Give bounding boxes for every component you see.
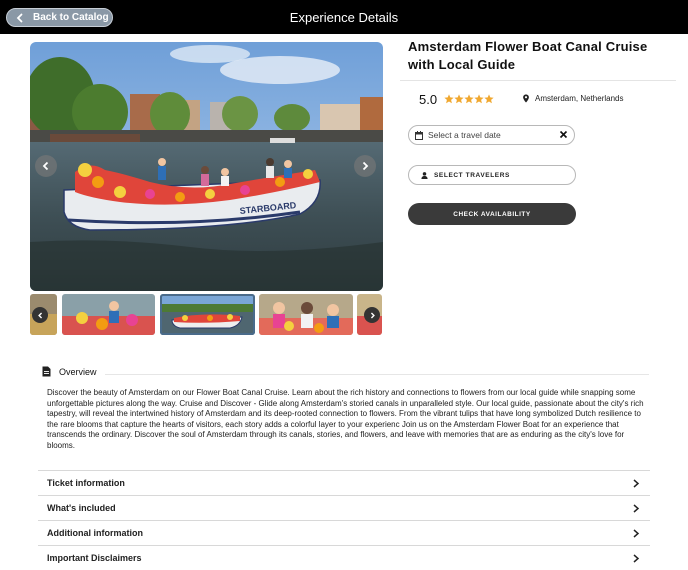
section-whats-included[interactable]: What's included xyxy=(38,495,650,520)
section-ticket-information[interactable]: Ticket information xyxy=(38,470,650,495)
travel-date-field[interactable]: Select a travel date xyxy=(408,125,575,145)
top-bar: Back to Catalog Experience Details xyxy=(0,0,688,34)
page-title: Experience Details xyxy=(289,10,399,25)
overview-description: Discover the beauty of Amsterdam on our … xyxy=(47,388,644,450)
check-availability-button[interactable]: CHECK AVAILABILITY xyxy=(408,203,576,225)
select-travelers-label: SELECT TRAVELERS xyxy=(434,171,510,179)
location-text: Amsterdam, Netherlands xyxy=(535,94,624,103)
next-image-button[interactable] xyxy=(354,155,376,177)
thumbnail-people-on-flower-boat[interactable] xyxy=(62,294,155,335)
chevron-right-icon xyxy=(633,554,640,563)
section-label: What's included xyxy=(47,503,116,513)
map-pin-icon xyxy=(523,94,529,103)
close-icon[interactable] xyxy=(559,130,568,139)
previous-image-button[interactable] xyxy=(35,155,57,177)
chevron-right-icon xyxy=(633,479,640,488)
star-rating xyxy=(444,94,494,104)
product-title: Amsterdam Flower Boat Canal Cruise with … xyxy=(408,39,648,72)
star-icon xyxy=(444,94,454,104)
chevron-left-icon xyxy=(42,161,49,171)
person-icon xyxy=(421,171,428,179)
section-label: Ticket information xyxy=(47,478,125,488)
location: Amsterdam, Netherlands xyxy=(522,94,623,103)
thumbnail-flower-boat-on-canal[interactable] xyxy=(160,294,255,335)
thumbnail-strip xyxy=(30,294,382,335)
overview-heading: Overview xyxy=(42,366,97,377)
chevron-right-icon xyxy=(633,529,640,538)
main-image: STARBOARD xyxy=(30,42,383,291)
thumbnails-previous-button[interactable] xyxy=(32,307,48,323)
overview-heading-label: Overview xyxy=(59,366,97,377)
thumbnail-guests-with-flowers[interactable] xyxy=(259,294,353,335)
travel-date-placeholder: Select a travel date xyxy=(428,130,501,140)
rating-value: 5.0 xyxy=(419,92,438,107)
chevron-right-icon xyxy=(362,161,369,171)
star-icon xyxy=(454,94,464,104)
section-label: Important Disclaimers xyxy=(47,553,142,563)
chevron-right-icon xyxy=(633,504,640,513)
divider xyxy=(105,374,649,375)
star-icon xyxy=(464,94,474,104)
thumbnails-next-button[interactable] xyxy=(364,307,380,323)
divider xyxy=(400,80,676,81)
document-icon xyxy=(42,366,51,377)
star-icon xyxy=(474,94,484,104)
select-travelers-button[interactable]: SELECT TRAVELERS xyxy=(408,165,576,185)
section-label: Additional information xyxy=(47,528,143,538)
star-icon xyxy=(484,94,494,104)
section-additional-information[interactable]: Additional information xyxy=(38,520,650,545)
calendar-icon xyxy=(415,130,423,140)
chevron-right-icon xyxy=(370,312,375,318)
section-important-disclaimers[interactable]: Important Disclaimers xyxy=(38,545,650,570)
chevron-left-icon xyxy=(37,312,42,318)
